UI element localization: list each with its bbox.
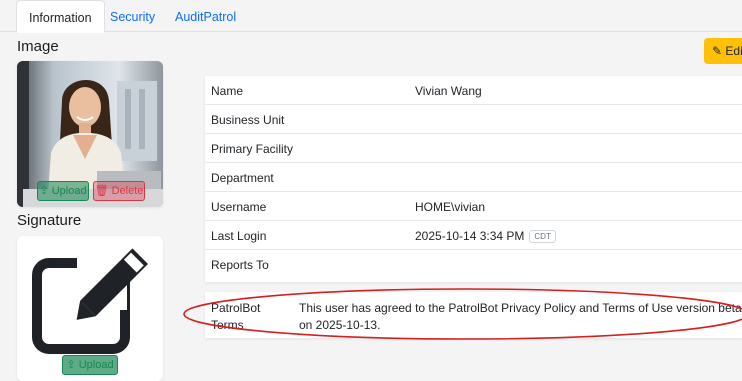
row-name: Name Vivian Wang — [205, 76, 742, 105]
row-reports-to: Reports To — [205, 250, 742, 279]
upload-icon: ⇪ — [66, 359, 76, 371]
row-business-unit: Business Unit — [205, 105, 742, 134]
row-label: Department — [211, 171, 274, 185]
trash-icon: 🗑 — [94, 185, 109, 197]
row-value: 2025-10-14 3:34 PM CDT — [415, 229, 556, 243]
row-username: Username HOME\vivian — [205, 192, 742, 221]
image-section-title: Image — [17, 38, 59, 55]
user-info-table: Name Vivian Wang Business Unit Primary F… — [205, 76, 742, 282]
row-department: Department — [205, 163, 742, 192]
row-label: Name — [211, 84, 244, 98]
terms-label: PatrolBot Terms — [211, 301, 261, 332]
upload-photo-button[interactable]: ⇪ Upload — [37, 181, 89, 201]
tab-information[interactable]: Information — [16, 0, 105, 33]
timezone-badge: CDT — [529, 230, 556, 243]
row-label: Business Unit — [211, 113, 285, 127]
row-label: Reports To — [211, 258, 269, 272]
tab-security[interactable]: Security — [98, 0, 167, 33]
upload-signature-button[interactable]: ⇪ Upload — [62, 355, 118, 375]
upload-icon: ⇪ — [39, 185, 49, 197]
tab-bar: Information Security AuditPatrol — [0, 0, 742, 33]
signature-section-title: Signature — [17, 212, 82, 229]
row-label: Primary Facility — [211, 142, 294, 156]
row-label: Username — [211, 200, 267, 214]
terms-text: This user has agreed to the PatrolBot Pr… — [299, 301, 742, 332]
tab-auditpatrol[interactable]: AuditPatrol — [163, 0, 248, 33]
pencil-icon: ✎ — [712, 44, 723, 58]
last-login-value: 2025-10-14 3:34 PM — [415, 229, 525, 243]
terms-panel: PatrolBot Terms This user has agreed to … — [205, 292, 742, 338]
row-primary-facility: Primary Facility — [205, 134, 742, 163]
edit-button[interactable]: ✎ Edi — [704, 38, 742, 64]
row-value: Vivian Wang — [415, 84, 482, 98]
delete-photo-button[interactable]: 🗑 Delete — [93, 181, 145, 201]
row-last-login: Last Login 2025-10-14 3:34 PM CDT — [205, 221, 742, 250]
row-value: HOME\vivian — [415, 200, 486, 214]
row-label: Last Login — [211, 229, 267, 243]
